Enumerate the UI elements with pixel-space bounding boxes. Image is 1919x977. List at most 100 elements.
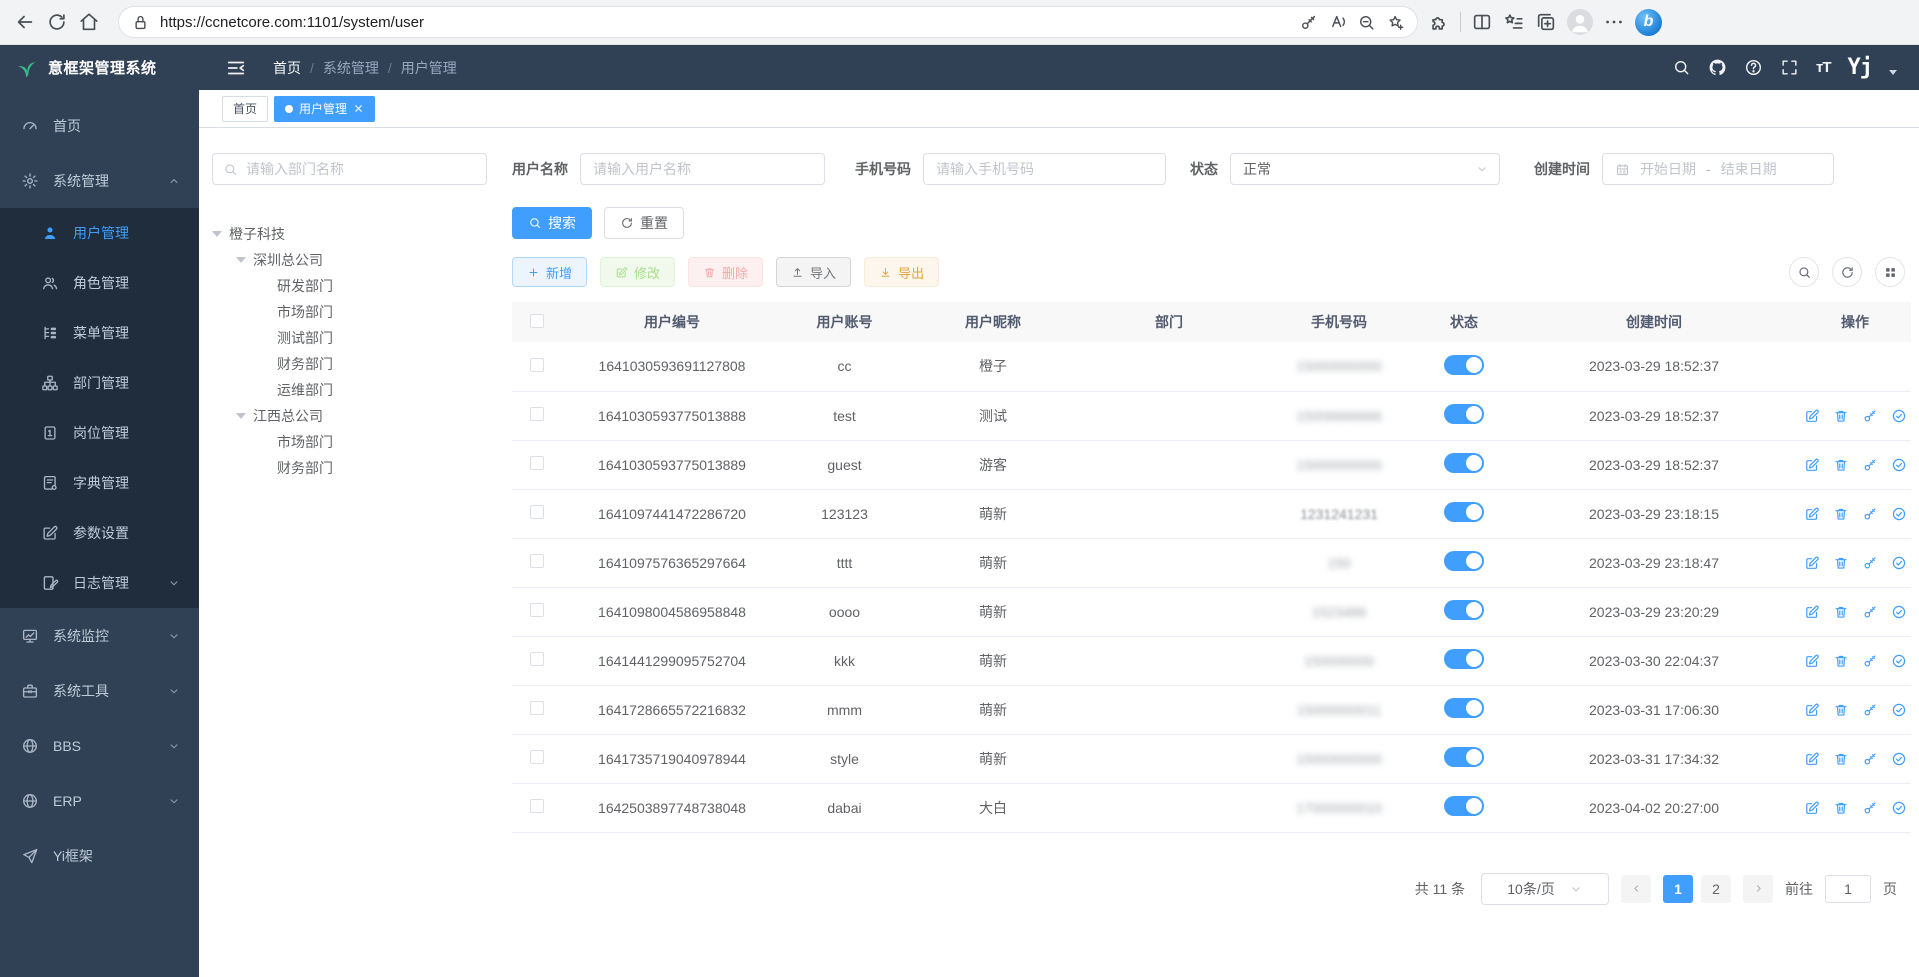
row-check-circle-icon[interactable] bbox=[1891, 457, 1907, 473]
row-trash-icon[interactable] bbox=[1833, 751, 1849, 767]
row-check-circle-icon[interactable] bbox=[1891, 506, 1907, 522]
sidebar-item-dict[interactable]: 字典管理 bbox=[0, 458, 199, 508]
row-key-icon[interactable] bbox=[1862, 702, 1878, 718]
toolbar-search-icon[interactable] bbox=[1789, 257, 1819, 287]
row-check-circle-icon[interactable] bbox=[1891, 751, 1907, 767]
row-edit-icon[interactable] bbox=[1804, 457, 1820, 473]
tree-node[interactable]: 测试部门 bbox=[212, 325, 487, 351]
row-checkbox[interactable] bbox=[530, 505, 544, 519]
row-edit-icon[interactable] bbox=[1804, 408, 1820, 424]
tree-node[interactable]: 市场部门 bbox=[212, 429, 487, 455]
sidebar-item-bbs[interactable]: BBS bbox=[0, 718, 199, 773]
row-check-circle-icon[interactable] bbox=[1891, 702, 1907, 718]
row-trash-icon[interactable] bbox=[1833, 604, 1849, 620]
browser-profile-avatar[interactable] bbox=[1567, 9, 1593, 35]
page-button-1[interactable]: 1 bbox=[1663, 875, 1693, 903]
row-edit-icon[interactable] bbox=[1804, 653, 1820, 669]
select-all-checkbox[interactable] bbox=[530, 314, 544, 328]
status-toggle[interactable] bbox=[1444, 796, 1484, 816]
extensions-icon[interactable] bbox=[1428, 11, 1450, 33]
page-size-select[interactable]: 10条/页 bbox=[1481, 873, 1609, 905]
row-trash-icon[interactable] bbox=[1833, 506, 1849, 522]
prev-page-button[interactable] bbox=[1621, 875, 1651, 903]
tree-caret-icon[interactable] bbox=[236, 257, 246, 263]
row-key-icon[interactable] bbox=[1862, 800, 1878, 816]
tree-node[interactable]: 财务部门 bbox=[212, 351, 487, 377]
row-check-circle-icon[interactable] bbox=[1891, 555, 1907, 571]
url-text[interactable]: https://ccnetcore.com:1101/system/user bbox=[160, 14, 720, 31]
tree-caret-icon[interactable] bbox=[236, 413, 246, 419]
row-key-icon[interactable] bbox=[1862, 555, 1878, 571]
tree-node[interactable]: 财务部门 bbox=[212, 455, 487, 481]
app-logo[interactable]: 意框架管理系统 bbox=[0, 45, 199, 90]
row-trash-icon[interactable] bbox=[1833, 555, 1849, 571]
row-key-icon[interactable] bbox=[1862, 751, 1878, 767]
sidebar-item-home[interactable]: 首页 bbox=[0, 98, 199, 153]
address-bar[interactable]: https://ccnetcore.com:1101/system/user bbox=[118, 6, 1418, 38]
lock-icon[interactable] bbox=[131, 13, 150, 32]
tree-node[interactable]: 研发部门 bbox=[212, 273, 487, 299]
goto-page-input[interactable] bbox=[1825, 875, 1871, 903]
tree-node[interactable]: 橙子科技 bbox=[212, 221, 487, 247]
row-trash-icon[interactable] bbox=[1833, 457, 1849, 473]
font-size-icon[interactable] bbox=[1816, 59, 1831, 76]
row-edit-icon[interactable] bbox=[1804, 555, 1820, 571]
row-key-icon[interactable] bbox=[1862, 653, 1878, 669]
help-icon[interactable] bbox=[1744, 58, 1763, 77]
copilot-icon[interactable] bbox=[1635, 9, 1662, 36]
row-checkbox[interactable] bbox=[530, 799, 544, 813]
sidebar-item-yi[interactable]: Yi框架 bbox=[0, 828, 199, 883]
status-toggle[interactable] bbox=[1444, 551, 1484, 571]
status-toggle[interactable] bbox=[1444, 355, 1484, 375]
tree-caret-icon[interactable] bbox=[212, 231, 222, 237]
sidebar-item-tools[interactable]: 系统工具 bbox=[0, 663, 199, 718]
next-page-button[interactable] bbox=[1743, 875, 1773, 903]
row-key-icon[interactable] bbox=[1862, 506, 1878, 522]
row-key-icon[interactable] bbox=[1862, 408, 1878, 424]
row-checkbox[interactable] bbox=[530, 652, 544, 666]
refresh-icon[interactable] bbox=[46, 11, 68, 33]
row-trash-icon[interactable] bbox=[1833, 800, 1849, 816]
row-checkbox[interactable] bbox=[530, 456, 544, 470]
read-aloud-icon[interactable] bbox=[1328, 13, 1347, 32]
row-check-circle-icon[interactable] bbox=[1891, 800, 1907, 816]
row-trash-icon[interactable] bbox=[1833, 702, 1849, 718]
row-edit-icon[interactable] bbox=[1804, 604, 1820, 620]
favorites-icon[interactable] bbox=[1503, 11, 1525, 33]
row-checkbox[interactable] bbox=[530, 407, 544, 421]
export-button[interactable]: 导出 bbox=[864, 257, 939, 287]
row-check-circle-icon[interactable] bbox=[1891, 604, 1907, 620]
tab-首页[interactable]: 首页 bbox=[222, 96, 268, 122]
row-key-icon[interactable] bbox=[1862, 604, 1878, 620]
phone-input[interactable] bbox=[923, 153, 1166, 185]
split-screen-icon[interactable] bbox=[1471, 11, 1493, 33]
sidebar-item-system[interactable]: 系统管理 bbox=[0, 153, 199, 208]
username-input[interactable] bbox=[580, 153, 825, 185]
github-icon[interactable] bbox=[1708, 58, 1727, 77]
tree-node[interactable]: 运维部门 bbox=[212, 377, 487, 403]
password-key-icon[interactable] bbox=[1299, 13, 1318, 32]
row-key-icon[interactable] bbox=[1862, 457, 1878, 473]
reset-button[interactable]: 重置 bbox=[604, 207, 684, 239]
row-check-circle-icon[interactable] bbox=[1891, 408, 1907, 424]
collections-icon[interactable] bbox=[1535, 11, 1557, 33]
caret-down-icon[interactable] bbox=[1889, 70, 1897, 75]
row-checkbox[interactable] bbox=[530, 603, 544, 617]
row-edit-icon[interactable] bbox=[1804, 800, 1820, 816]
status-toggle[interactable] bbox=[1444, 600, 1484, 620]
sidebar-item-user[interactable]: 用户管理 bbox=[0, 208, 199, 258]
sidebar-item-post[interactable]: 岗位管理 bbox=[0, 408, 199, 458]
sidebar-item-menu[interactable]: 菜单管理 bbox=[0, 308, 199, 358]
add-button[interactable]: 新增 bbox=[512, 257, 587, 287]
row-trash-icon[interactable] bbox=[1833, 653, 1849, 669]
sidebar-item-dept[interactable]: 部门管理 bbox=[0, 358, 199, 408]
status-toggle[interactable] bbox=[1444, 747, 1484, 767]
tab-用户管理[interactable]: 用户管理 bbox=[274, 96, 375, 122]
back-arrow-icon[interactable] bbox=[14, 11, 36, 33]
more-options-icon[interactable] bbox=[1603, 11, 1625, 33]
sidebar-item-role[interactable]: 角色管理 bbox=[0, 258, 199, 308]
user-logo[interactable]: Yj bbox=[1848, 55, 1873, 80]
row-trash-icon[interactable] bbox=[1833, 408, 1849, 424]
tree-node[interactable]: 深圳总公司 bbox=[212, 247, 487, 273]
row-check-circle-icon[interactable] bbox=[1891, 653, 1907, 669]
